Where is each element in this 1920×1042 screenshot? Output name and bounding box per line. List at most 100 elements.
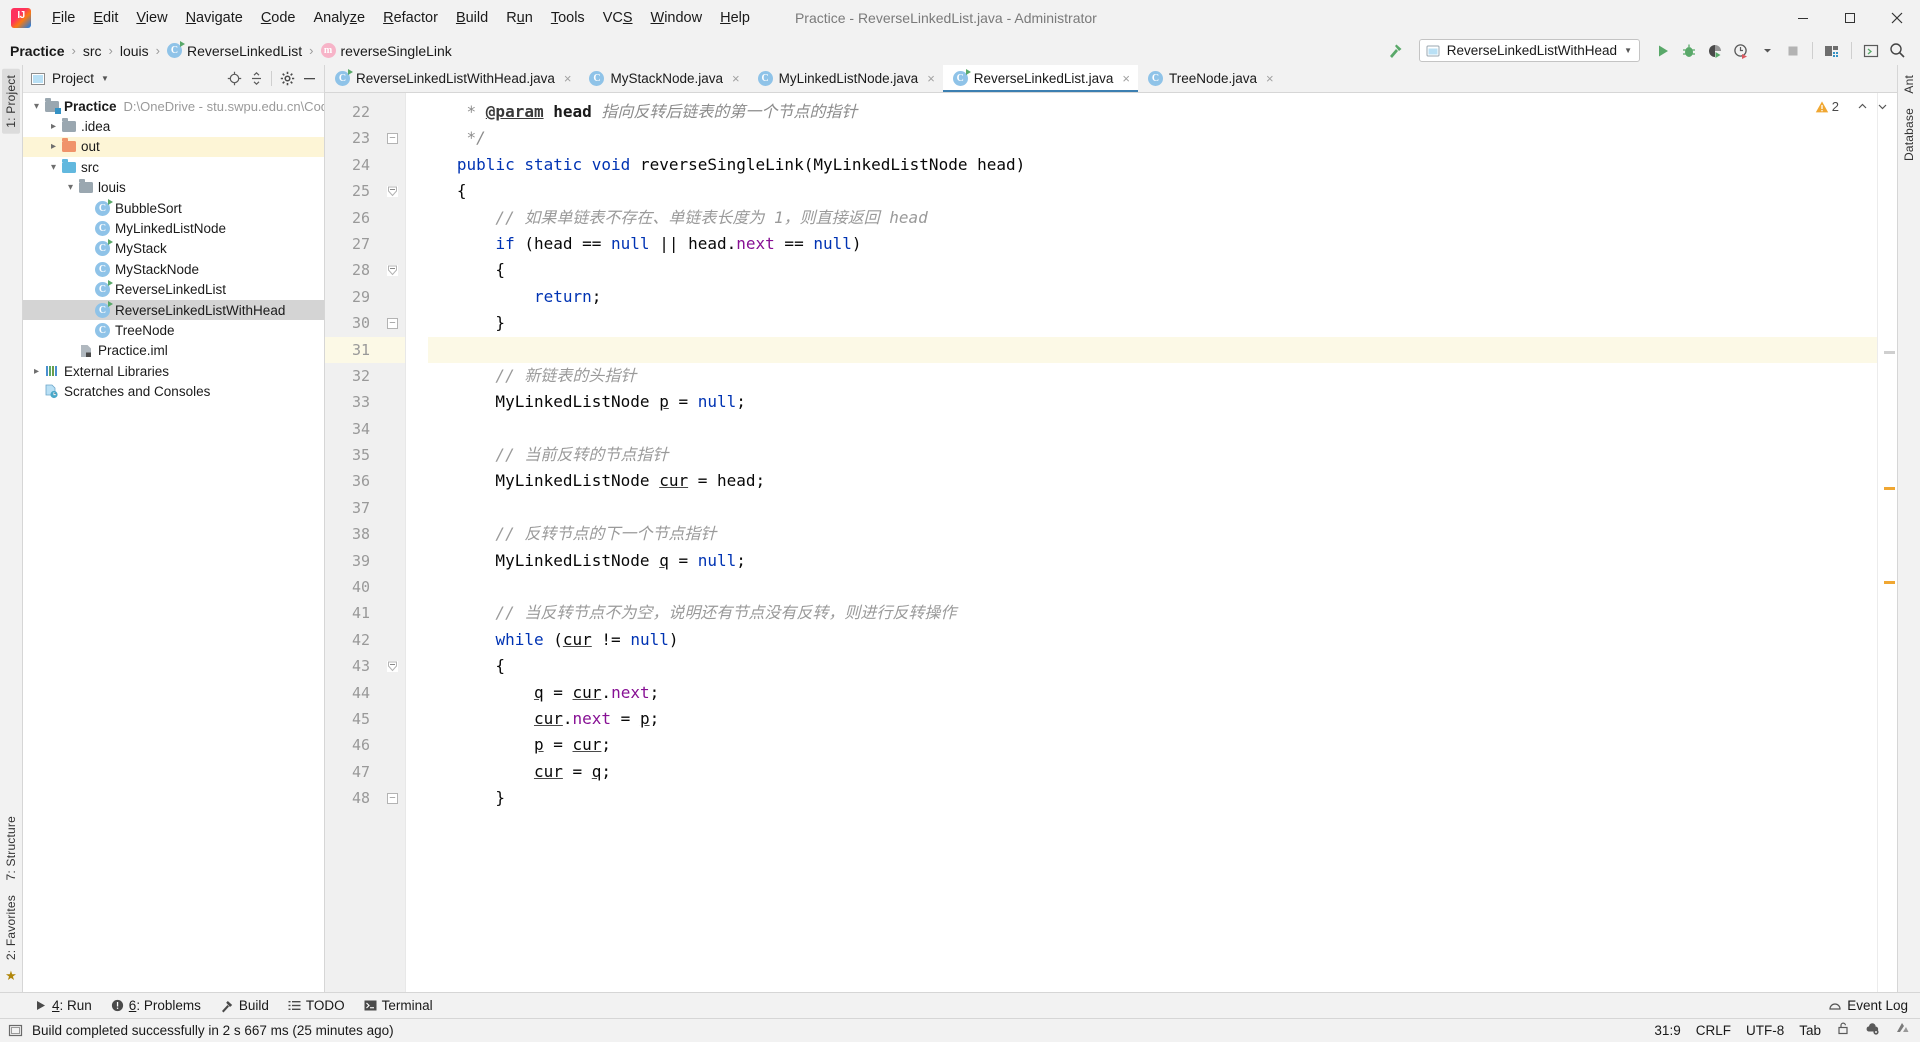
- menu-edit[interactable]: Edit: [84, 6, 127, 30]
- tree-node-idea[interactable]: ▸ .idea: [23, 116, 324, 136]
- menu-tools[interactable]: Tools: [542, 6, 594, 30]
- line-separator-widget[interactable]: CRLF: [1696, 1023, 1731, 1038]
- menu-view[interactable]: View: [127, 6, 176, 30]
- caret-position-widget[interactable]: 31:9: [1654, 1023, 1680, 1038]
- code-line[interactable]: MyLinkedListNode q = null;: [428, 548, 1877, 574]
- tool-window-tab-favorites[interactable]: 2: Favorites: [2, 889, 20, 966]
- run-button[interactable]: [1650, 39, 1676, 63]
- select-opened-file-icon[interactable]: [223, 68, 245, 90]
- stop-button[interactable]: [1780, 39, 1806, 63]
- code-text-area[interactable]: * @param head 指向反转后链表的第一个节点的指针 */ public…: [406, 93, 1877, 992]
- menu-build[interactable]: Build: [447, 6, 497, 30]
- tree-node-mylinkedlistnode[interactable]: C MyLinkedListNode: [23, 218, 324, 238]
- editor-tab-mystacknode[interactable]: C MyStackNode.java ×: [579, 65, 747, 92]
- code-line[interactable]: {: [428, 257, 1877, 283]
- code-line[interactable]: }: [428, 785, 1877, 811]
- code-line[interactable]: [428, 336, 1877, 363]
- code-line[interactable]: {: [428, 653, 1877, 679]
- build-project-button[interactable]: [1383, 39, 1409, 63]
- editor-tab-reverselinkedlist[interactable]: C ReverseLinkedList.java ×: [942, 65, 1139, 92]
- menu-help[interactable]: Help: [711, 6, 759, 30]
- fold-region-icon[interactable]: [387, 265, 398, 277]
- indent-widget[interactable]: Tab: [1799, 1023, 1821, 1038]
- unlock-icon[interactable]: [1836, 1021, 1850, 1040]
- updates-button[interactable]: [1858, 39, 1884, 63]
- breadcrumb-item-louis[interactable]: louis: [120, 43, 149, 59]
- close-icon[interactable]: ×: [1122, 71, 1130, 86]
- code-line[interactable]: [428, 416, 1877, 442]
- profiler-button[interactable]: [1728, 39, 1754, 63]
- tool-window-tab-structure[interactable]: 7: Structure: [2, 810, 20, 886]
- run-with-coverage-button[interactable]: [1702, 39, 1728, 63]
- code-line[interactable]: cur.next = p;: [428, 706, 1877, 732]
- menu-window[interactable]: Window: [642, 6, 712, 30]
- code-line[interactable]: MyLinkedListNode p = null;: [428, 389, 1877, 415]
- editor-tab-reverselinkedlistwithhead[interactable]: C ReverseLinkedListWithHead.java ×: [325, 65, 579, 92]
- project-structure-button[interactable]: [1819, 39, 1845, 63]
- close-icon[interactable]: ×: [927, 71, 935, 86]
- debug-button[interactable]: [1676, 39, 1702, 63]
- editor-tab-mylinkedlistnode[interactable]: C MyLinkedListNode.java ×: [748, 65, 943, 92]
- menu-vcs[interactable]: VCS: [594, 6, 642, 30]
- tree-node-practice-iml[interactable]: Practice.iml: [23, 341, 324, 361]
- memory-indicator-icon[interactable]: [8, 1023, 23, 1038]
- menu-refactor[interactable]: Refactor: [374, 6, 447, 30]
- breadcrumb-item-practice[interactable]: Practice: [10, 43, 64, 59]
- code-line[interactable]: MyLinkedListNode cur = head;: [428, 468, 1877, 494]
- menu-run[interactable]: Run: [497, 6, 542, 30]
- code-line[interactable]: cur = q;: [428, 759, 1877, 785]
- code-line[interactable]: // 如果单链表不存在、单链表长度为 1，则直接返回 head: [428, 205, 1877, 231]
- gear-icon[interactable]: [276, 68, 298, 90]
- code-line[interactable]: * @param head 指向反转后链表的第一个节点的指针: [428, 99, 1877, 125]
- tool-window-tab-ant[interactable]: Ant: [1900, 69, 1918, 100]
- tool-window-tab-database[interactable]: Database: [1900, 102, 1918, 167]
- chevron-down-icon[interactable]: ▼: [101, 74, 109, 83]
- tree-node-louis[interactable]: ▾ louis: [23, 178, 324, 198]
- profiler-dropdown-button[interactable]: [1754, 39, 1780, 63]
- chevron-right-icon[interactable]: ▸: [47, 121, 60, 132]
- code-line[interactable]: }: [428, 310, 1877, 336]
- collapse-all-icon[interactable]: [245, 68, 267, 90]
- search-everywhere-button[interactable]: [1884, 39, 1910, 63]
- tree-node-src[interactable]: ▾ src: [23, 157, 324, 177]
- menu-code[interactable]: Code: [252, 6, 305, 30]
- run-configuration-selector[interactable]: ReverseLinkedListWithHead ▼: [1418, 39, 1640, 62]
- tool-window-build[interactable]: Build: [212, 996, 280, 1015]
- chevron-right-icon[interactable]: ▸: [47, 141, 60, 152]
- tree-node-reverselinkedlist[interactable]: C ReverseLinkedList: [23, 280, 324, 300]
- event-log-button[interactable]: Event Log: [1828, 998, 1908, 1013]
- code-line[interactable]: q = cur.next;: [428, 680, 1877, 706]
- tree-node-bubblesort[interactable]: C BubbleSort: [23, 198, 324, 218]
- close-icon[interactable]: ×: [1266, 71, 1274, 86]
- fold-region-icon[interactable]: [387, 186, 398, 198]
- close-button[interactable]: [1873, 0, 1920, 36]
- vcs-icon[interactable]: [1895, 1021, 1910, 1041]
- tree-node-treenode[interactable]: C TreeNode: [23, 320, 324, 340]
- close-icon[interactable]: ×: [564, 71, 572, 86]
- tool-window-problems[interactable]: 6: Problems: [103, 996, 212, 1015]
- menu-analyze[interactable]: Analyze: [305, 6, 375, 30]
- inspection-marker-strip[interactable]: [1877, 93, 1897, 992]
- code-line[interactable]: [428, 495, 1877, 521]
- chevron-down-icon[interactable]: ▾: [64, 182, 77, 193]
- encoding-widget[interactable]: UTF-8: [1746, 1023, 1784, 1038]
- code-line[interactable]: {: [428, 178, 1877, 204]
- chevron-up-icon[interactable]: [1853, 97, 1871, 115]
- maximize-button[interactable]: [1826, 0, 1873, 36]
- code-line[interactable]: // 反转节点的下一个节点指针: [428, 521, 1877, 547]
- code-folding-gutter[interactable]: – – –: [379, 93, 405, 992]
- close-icon[interactable]: ×: [732, 71, 740, 86]
- breadcrumb-item-reverselinkedlist[interactable]: C ReverseLinkedList: [166, 41, 302, 59]
- breadcrumb-item-src[interactable]: src: [83, 43, 102, 59]
- code-line[interactable]: // 当前反转的节点指针: [428, 442, 1877, 468]
- code-line[interactable]: p = cur;: [428, 732, 1877, 758]
- tool-window-run[interactable]: 4: Run: [26, 996, 103, 1015]
- project-tree[interactable]: ▾ Practice D:\OneDrive - stu.swpu.edu.cn\C…: [23, 93, 324, 992]
- tree-node-reverselinkedlistwithhead[interactable]: C ReverseLinkedListWithHead: [23, 299, 324, 321]
- cloud-gear-icon[interactable]: [1865, 1021, 1880, 1041]
- code-line[interactable]: // 当反转节点不为空，说明还有节点没有反转，则进行反转操作: [428, 600, 1877, 626]
- code-line[interactable]: if (head == null || head.next == null): [428, 231, 1877, 257]
- code-line[interactable]: [428, 574, 1877, 600]
- chevron-down-icon[interactable]: [1873, 97, 1891, 115]
- tree-node-out[interactable]: ▸ out: [23, 136, 324, 158]
